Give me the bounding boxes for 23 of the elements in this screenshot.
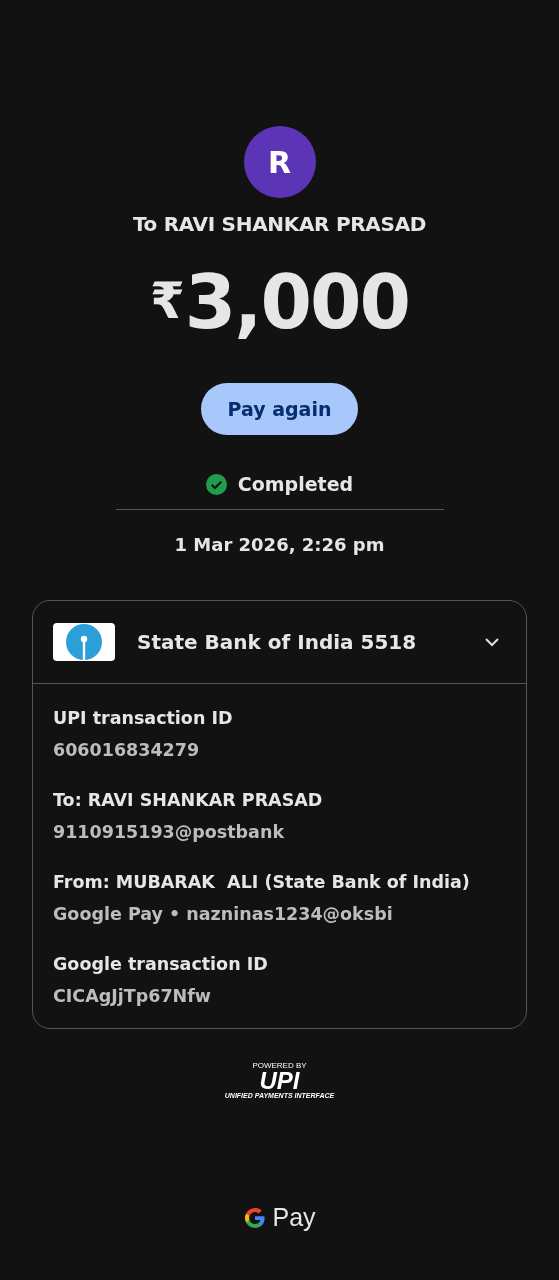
- brand-name: Pay: [272, 1203, 316, 1232]
- detail-label: To: RAVI SHANKAR PRASAD: [53, 790, 324, 810]
- check-icon: [205, 473, 227, 495]
- bank-logo-icon: [53, 623, 115, 661]
- avatar: R: [243, 126, 316, 198]
- chevron-down-icon[interactable]: [484, 637, 500, 647]
- detail-label: From: MUBARAK ALI (State Bank of India): [53, 872, 471, 892]
- upi-logo: UPI: [259, 1070, 300, 1092]
- bank-header[interactable]: State Bank of India 5518: [33, 601, 526, 684]
- detail-value: 606016834279: [53, 740, 201, 760]
- powered-by-text: POWERED BY: [252, 1061, 307, 1070]
- bank-account: State Bank of India 5518: [137, 630, 418, 654]
- recipient-name: To RAVI SHANKAR PRASAD: [132, 212, 427, 236]
- detail-label: UPI transaction ID: [53, 708, 234, 728]
- g-logo-icon: [243, 1205, 268, 1230]
- date-time: 1 Mar 2026, 2:26 pm: [174, 534, 385, 555]
- detail-value: 9110915193@postbank: [53, 822, 286, 842]
- detail-value: CICAgJjTp67Nfw: [53, 986, 213, 1006]
- detail-label: Google transaction ID: [53, 954, 269, 974]
- amount: $^{₹}$3,000: [150, 258, 409, 347]
- detail-value: Google Pay • nazninas1234@oksbi: [53, 904, 394, 924]
- status-label: Completed: [237, 473, 354, 495]
- pay-again-button[interactable]: Pay again: [201, 383, 358, 435]
